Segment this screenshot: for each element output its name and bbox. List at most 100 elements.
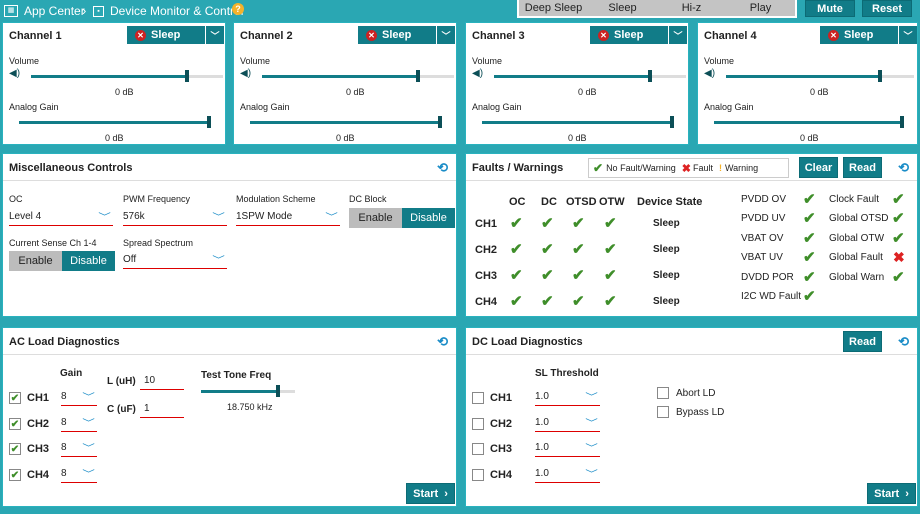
otw-status-ok-icon: ✔ [604, 267, 617, 284]
test-tone-thumb[interactable] [276, 385, 280, 397]
ch4-checkbox[interactable]: ✔ [9, 469, 21, 481]
dc-ch4-checkbox[interactable] [472, 469, 484, 481]
sleep-state-icon: ✕ [366, 29, 377, 41]
ch2-checkbox[interactable]: ✔ [9, 418, 21, 430]
dc-block-enable[interactable]: Enable [349, 208, 402, 228]
channel-state-select[interactable]: ✕ Sleep ﹀ [820, 26, 917, 44]
vbat-ov-label: VBAT OV [741, 233, 784, 244]
panel-title: AC Load Diagnostics [9, 336, 120, 348]
bypass-ld-checkbox[interactable] [657, 406, 669, 418]
vbat-uv-ok-icon: ✔ [803, 249, 816, 266]
read-faults-button[interactable]: Read [843, 157, 882, 178]
volume-slider-thumb[interactable] [416, 70, 420, 82]
ch1-checkbox[interactable]: ✔ [9, 392, 21, 404]
state-deep-sleep[interactable]: Deep Sleep [519, 0, 588, 16]
chevron-down-icon: ﹀ [668, 26, 687, 44]
dc-start-button[interactable]: Start › [867, 483, 916, 504]
current-sense-toggle[interactable]: Enable Disable [9, 251, 115, 271]
breadcrumb-separator: › [82, 3, 87, 18]
dc-ch4-threshold-select[interactable]: 1.0 ﹀ [535, 465, 600, 483]
ch1-gain-select[interactable]: 8 ﹀ [61, 388, 97, 406]
refresh-icon[interactable]: ⟲ [898, 334, 909, 350]
otsd-status-ok-icon: ✔ [572, 215, 585, 232]
global-otw-label: Global OTW [829, 233, 885, 244]
channel-state-select[interactable]: ✕ Sleep ﹀ [358, 26, 455, 44]
ch2-gain-select[interactable]: 8 ﹀ [61, 414, 97, 432]
dc-ch2-threshold-select[interactable]: 1.0 ﹀ [535, 414, 600, 432]
sl-threshold-header: SL Threshold [535, 368, 599, 379]
analog-gain-thumb[interactable] [438, 116, 442, 128]
faults-warnings-panel: Faults / Warnings ✔ No Fault/Warning ✖ Fau… [465, 153, 918, 317]
dc-status-ok-icon: ✔ [541, 241, 554, 258]
fault-x-icon: ✖ [681, 162, 691, 175]
device-monitor-breadcrumb[interactable]: ▪ Device Monitor & Control [93, 4, 243, 18]
test-tone-slider[interactable] [201, 385, 295, 397]
clock-fault-label: Clock Fault [829, 194, 880, 205]
fault-row-channel: CH1 [475, 218, 498, 230]
state-hiz[interactable]: Hi-z [657, 0, 726, 16]
analog-gain-slider[interactable] [250, 116, 442, 128]
dc-ch2-checkbox[interactable] [472, 418, 484, 430]
analog-gain-slider[interactable] [482, 116, 674, 128]
refresh-icon[interactable]: ⟲ [898, 160, 909, 176]
l-uh-input[interactable]: 10 [140, 372, 184, 390]
abort-ld-label: Abort LD [676, 388, 716, 399]
global-otsd-ok-icon: ✔ [892, 210, 905, 227]
ch4-label: CH4 [27, 469, 50, 481]
spread-spectrum-select[interactable]: Off ﹀ [123, 251, 227, 269]
volume-slider-thumb[interactable] [648, 70, 652, 82]
app-center-link[interactable]: ▦ App Center [4, 4, 85, 18]
volume-slider-thumb[interactable] [878, 70, 882, 82]
mute-button[interactable]: Mute [805, 0, 855, 17]
volume-slider-thumb[interactable] [185, 70, 189, 82]
volume-slider[interactable] [31, 70, 223, 82]
ac-start-button[interactable]: Start › [406, 483, 455, 504]
refresh-icon[interactable]: ⟲ [437, 160, 448, 176]
dc-ch1-checkbox[interactable] [472, 392, 484, 404]
test-tone-label: Test Tone Freq [201, 370, 272, 381]
read-dc-button[interactable]: Read [843, 331, 882, 352]
ok-check-icon: ✔ [593, 161, 604, 175]
ch3-gain-select[interactable]: 8 ﹀ [61, 439, 97, 457]
dc-block-disable[interactable]: Disable [402, 208, 455, 228]
c-uf-input[interactable]: 1 [140, 400, 184, 418]
dc-block-toggle[interactable]: Enable Disable [349, 208, 455, 228]
current-sense-disable[interactable]: Disable [62, 251, 115, 271]
help-badge[interactable]: ? [232, 3, 244, 15]
fault-row-channel: CH4 [475, 296, 498, 308]
channel-state-select[interactable]: ✕ Sleep ﹀ [127, 26, 224, 44]
reset-button[interactable]: Reset [862, 0, 912, 17]
ch3-checkbox[interactable]: ✔ [9, 443, 21, 455]
otsd-status-ok-icon: ✔ [572, 241, 585, 258]
volume-slider[interactable] [262, 70, 454, 82]
analog-gain-thumb[interactable] [207, 116, 211, 128]
dc-ch3-checkbox[interactable] [472, 443, 484, 455]
ch4-gain-select[interactable]: 8 ﹀ [61, 465, 97, 483]
dc-ch1-threshold-select[interactable]: 1.0 ﹀ [535, 388, 600, 406]
analog-gain-slider[interactable] [714, 116, 904, 128]
otsd-status-ok-icon: ✔ [572, 267, 585, 284]
chevron-down-icon: ﹀ [82, 443, 95, 453]
abort-ld-checkbox[interactable] [657, 387, 669, 399]
vbat-uv-label: VBAT UV [741, 252, 783, 263]
pwm-frequency-select[interactable]: 576k ﹀ [123, 208, 227, 226]
clear-button[interactable]: Clear [799, 157, 838, 178]
dc-ch3-threshold-select[interactable]: 1.0 ﹀ [535, 439, 600, 457]
current-sense-enable[interactable]: Enable [9, 251, 62, 271]
analog-gain-thumb[interactable] [670, 116, 674, 128]
channel-2-panel: Channel 2 ✕ Sleep ﹀ Volume ◀) 0 dB Analog … [233, 22, 457, 145]
analog-gain-slider[interactable] [19, 116, 211, 128]
volume-slider[interactable] [494, 70, 686, 82]
oc-select[interactable]: Level 4 ﹀ [9, 208, 113, 226]
otsd-status-ok-icon: ✔ [572, 293, 585, 310]
analog-gain-thumb[interactable] [900, 116, 904, 128]
state-play[interactable]: Play [726, 0, 795, 16]
dc-block-label: DC Block [349, 194, 387, 204]
modulation-scheme-select[interactable]: 1SPW Mode ﹀ [236, 208, 340, 226]
state-sleep[interactable]: Sleep [588, 0, 657, 16]
volume-slider[interactable] [726, 70, 914, 82]
sleep-state-icon: ✕ [828, 29, 839, 41]
fault-row-channel: CH2 [475, 244, 498, 256]
channel-state-select[interactable]: ✕ Sleep ﹀ [590, 26, 687, 44]
refresh-icon[interactable]: ⟲ [437, 334, 448, 350]
